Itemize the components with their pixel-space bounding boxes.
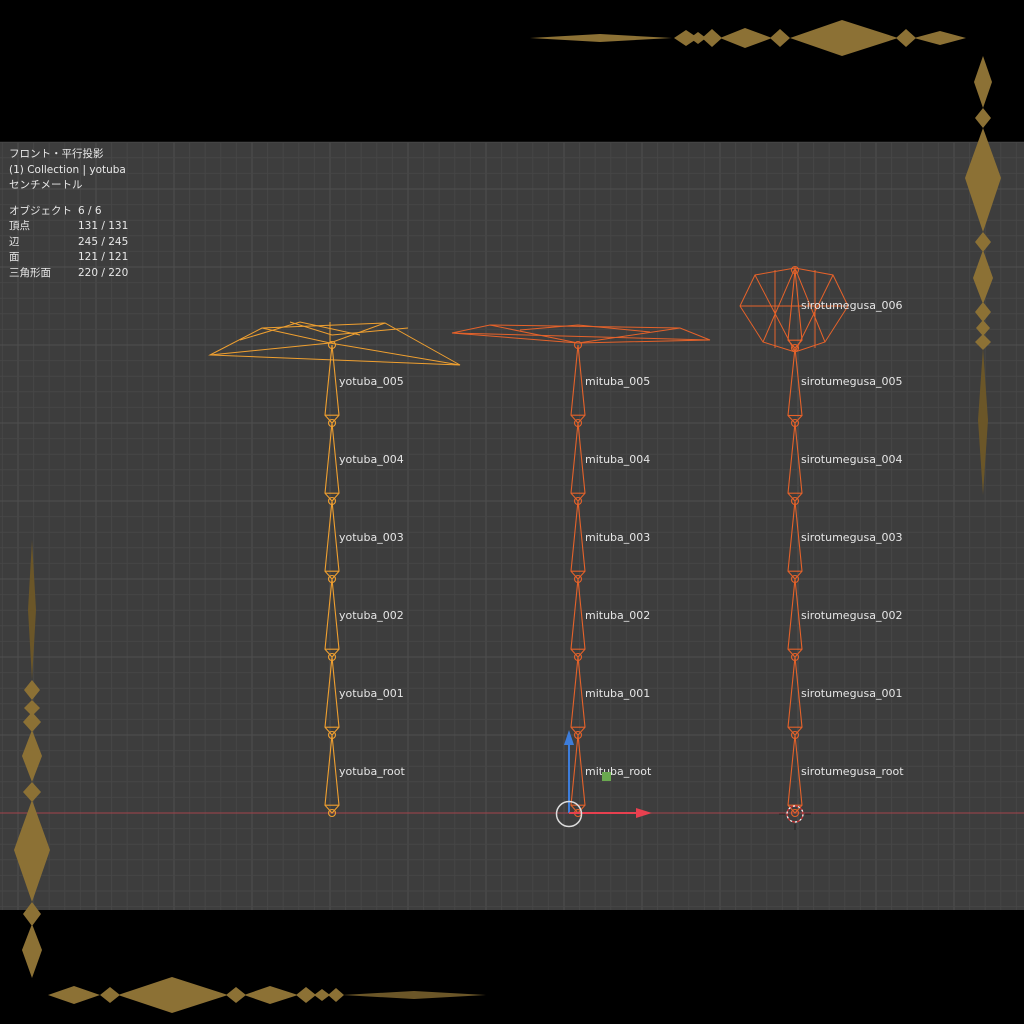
- stat-value: 245 / 245: [78, 236, 128, 248]
- stat-label: 面: [9, 251, 20, 263]
- stat-label: 頂点: [9, 220, 30, 232]
- bone-label: sirotumegusa_003: [801, 531, 903, 544]
- bone-label: sirotumegusa_root: [801, 765, 904, 778]
- bone-label: sirotumegusa_005: [801, 375, 903, 388]
- stat-value: 131 / 131: [78, 220, 128, 232]
- bone-label: yotuba_001: [339, 687, 404, 700]
- bone-label: sirotumegusa_006: [801, 299, 903, 312]
- bone-label: yotuba_002: [339, 609, 404, 622]
- bone-label: yotuba_003: [339, 531, 404, 544]
- stat-value: 220 / 220: [78, 267, 128, 279]
- bone-label: yotuba_root: [339, 765, 405, 778]
- bone-label: mituba_004: [585, 453, 650, 466]
- viewport-scene[interactable]: フロント・平行投影 (1) Collection | yotuba センチメート…: [0, 0, 1024, 1024]
- stat-value: 121 / 121: [78, 251, 128, 263]
- stat-label: 辺: [9, 236, 20, 248]
- bone-label: yotuba_004: [339, 453, 404, 466]
- bone-label: yotuba_005: [339, 375, 404, 388]
- decoration-top: [530, 20, 966, 56]
- bone-label: sirotumegusa_001: [801, 687, 903, 700]
- units-text: センチメートル: [9, 179, 83, 191]
- y-plane-handle[interactable]: [602, 772, 611, 781]
- stat-label: オブジェクト: [9, 204, 72, 217]
- decoration-bottom: [48, 977, 486, 1013]
- bone-label: mituba_002: [585, 609, 650, 622]
- collection-text: (1) Collection | yotuba: [9, 164, 126, 176]
- bone-label: sirotumegusa_004: [801, 453, 903, 466]
- stat-label: 三角形面: [9, 267, 51, 279]
- bone-label: mituba_root: [585, 765, 652, 778]
- bone-label: sirotumegusa_002: [801, 609, 903, 622]
- bone-label: mituba_001: [585, 687, 650, 700]
- bone-label: mituba_003: [585, 531, 650, 544]
- viewport-area[interactable]: [0, 142, 1024, 910]
- view-name-text: フロント・平行投影: [9, 147, 104, 160]
- stat-value: 6 / 6: [78, 205, 102, 217]
- bone-label: mituba_005: [585, 375, 650, 388]
